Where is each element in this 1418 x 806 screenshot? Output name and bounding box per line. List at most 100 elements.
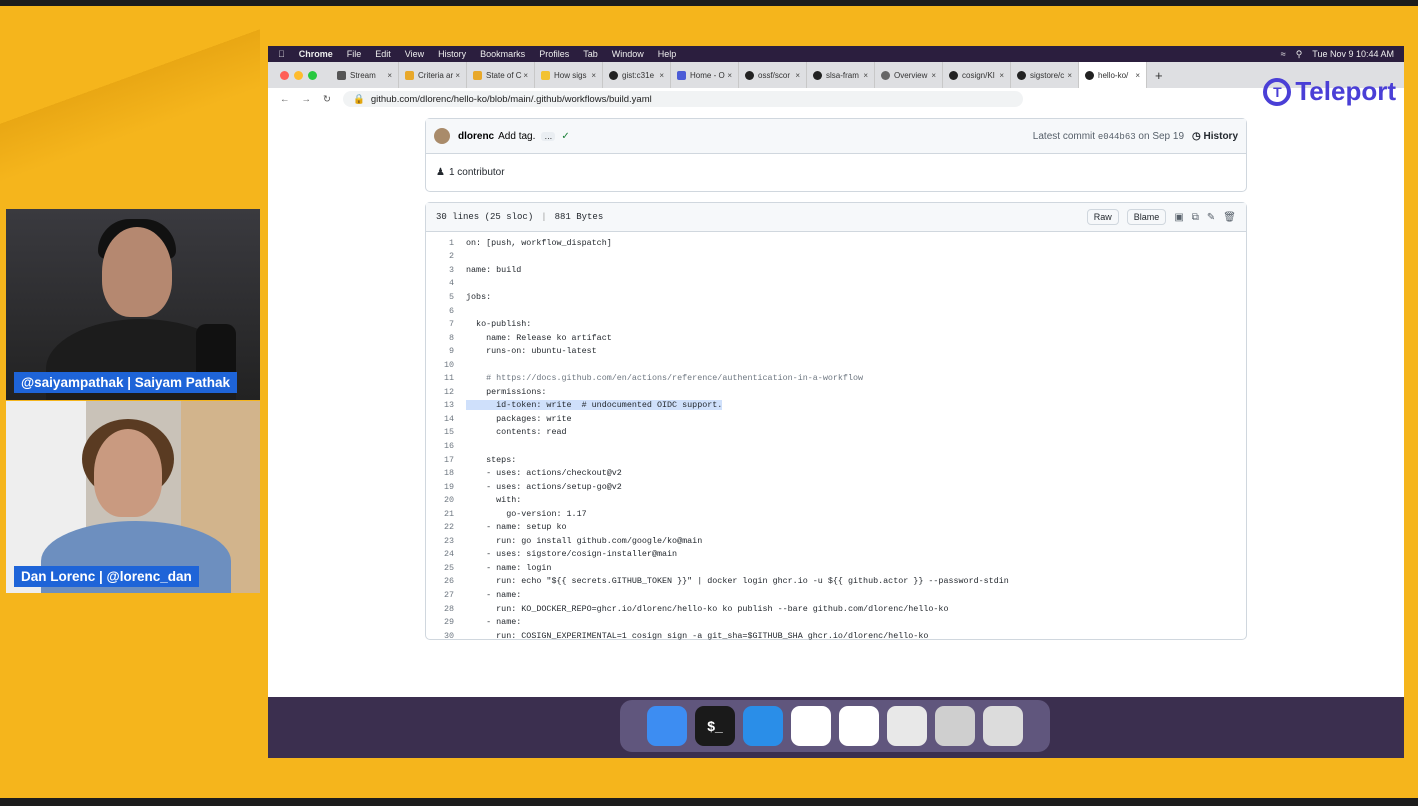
line-number[interactable]: 10	[426, 360, 454, 370]
code-line[interactable]: 29 - name:	[426, 615, 1246, 629]
new-tab-button[interactable]: +	[1155, 68, 1163, 83]
line-number[interactable]: 11	[426, 373, 454, 383]
check-icon[interactable]: ✓	[561, 131, 569, 142]
blame-button[interactable]: Blame	[1126, 209, 1167, 225]
close-tab-icon[interactable]: ×	[863, 71, 868, 80]
line-number[interactable]: 5	[426, 292, 454, 302]
code-line[interactable]: 20 with:	[426, 493, 1246, 507]
close-tab-icon[interactable]: ×	[999, 71, 1004, 80]
line-number[interactable]: 6	[426, 306, 454, 316]
line-number[interactable]: 1	[426, 238, 454, 248]
line-number[interactable]: 4	[426, 278, 454, 288]
line-number[interactable]: 23	[426, 536, 454, 546]
dock-trash-icon[interactable]	[983, 706, 1023, 746]
code-line[interactable]: 30 run: COSIGN_EXPERIMENTAL=1 cosign sig…	[426, 629, 1246, 643]
close-tab-icon[interactable]: ×	[795, 71, 800, 80]
code-line[interactable]: 18 - uses: actions/checkout@v2	[426, 466, 1246, 480]
line-number[interactable]: 30	[426, 631, 454, 641]
code-line[interactable]: 5 jobs:	[426, 290, 1246, 304]
tab-ossf-scorecard[interactable]: ossf/scor ×	[739, 62, 807, 88]
tab-cosign[interactable]: cosign/KI ×	[943, 62, 1011, 88]
line-number[interactable]: 18	[426, 468, 454, 478]
line-number[interactable]: 21	[426, 509, 454, 519]
menu-help[interactable]: Help	[658, 49, 677, 59]
history-link[interactable]: ◷ History	[1192, 131, 1238, 142]
code-line[interactable]: 2	[426, 250, 1246, 264]
menu-window[interactable]: Window	[612, 49, 644, 59]
line-number[interactable]: 20	[426, 495, 454, 505]
line-number[interactable]: 19	[426, 482, 454, 492]
copy-icon[interactable]: ⧉	[1192, 212, 1199, 223]
search-icon[interactable]: ⚲	[1296, 49, 1303, 60]
line-number[interactable]: 3	[426, 265, 454, 275]
menu-app-name[interactable]: Chrome	[299, 49, 333, 59]
close-tab-icon[interactable]: ×	[727, 71, 732, 80]
dock-documents-icon[interactable]	[887, 706, 927, 746]
tab-stream[interactable]: Stream ×	[331, 62, 399, 88]
dock-vscode-icon[interactable]	[743, 706, 783, 746]
tab-sigstore[interactable]: sigstore/c ×	[1011, 62, 1079, 88]
wifi-icon[interactable]: ≈	[1281, 49, 1286, 59]
line-number[interactable]: 13	[426, 400, 454, 410]
trash-icon[interactable]: 🗑	[1223, 212, 1236, 223]
line-number[interactable]: 16	[426, 441, 454, 451]
tab-slsa-framework[interactable]: slsa-fram ×	[807, 62, 875, 88]
line-number[interactable]: 29	[426, 617, 454, 627]
pencil-icon[interactable]: ✎	[1207, 212, 1215, 223]
back-icon[interactable]: ←	[280, 94, 290, 105]
code-line[interactable]: 3 name: build	[426, 263, 1246, 277]
code-line[interactable]: 26 run: echo "${{ secrets.GITHUB_TOKEN }…	[426, 575, 1246, 589]
code-line[interactable]: 21 go-version: 1.17	[426, 507, 1246, 521]
close-tab-icon[interactable]: ×	[455, 71, 460, 80]
code-line[interactable]: 13 id-token: write # undocumented OIDC s…	[426, 399, 1246, 413]
code-line[interactable]: 6	[426, 304, 1246, 318]
maximize-window-button[interactable]	[308, 70, 317, 80]
dock-slack-icon[interactable]	[791, 706, 831, 746]
menu-history[interactable]: History	[438, 49, 466, 59]
tab-overview[interactable]: Overview ×	[875, 62, 943, 88]
tab-criteria[interactable]: Criteria ar ×	[399, 62, 467, 88]
line-number[interactable]: 9	[426, 346, 454, 356]
code-line[interactable]: 23 run: go install github.com/google/ko@…	[426, 534, 1246, 548]
close-tab-icon[interactable]: ×	[1135, 71, 1140, 80]
menu-tab[interactable]: Tab	[583, 49, 598, 59]
tab-state-of[interactable]: State of C ×	[467, 62, 535, 88]
code-line[interactable]: 12 permissions:	[426, 385, 1246, 399]
code-line[interactable]: 7 ko-publish:	[426, 317, 1246, 331]
code-line[interactable]: 8 name: Release ko artifact	[426, 331, 1246, 345]
close-tab-icon[interactable]: ×	[1067, 71, 1072, 80]
contributors-count[interactable]: 1 contributor	[449, 167, 505, 178]
code-line[interactable]: 10	[426, 358, 1246, 372]
close-window-button[interactable]	[280, 70, 289, 80]
menu-bookmarks[interactable]: Bookmarks	[480, 49, 525, 59]
desktop-icon[interactable]: ▣	[1174, 212, 1183, 223]
menubar-clock[interactable]: Tue Nov 9 10:44 AM	[1312, 49, 1394, 59]
tab-home[interactable]: Home - O ×	[671, 62, 739, 88]
close-tab-icon[interactable]: ×	[659, 71, 664, 80]
line-number[interactable]: 2	[426, 251, 454, 261]
avatar[interactable]	[434, 128, 450, 144]
expand-commit-icon[interactable]: …	[541, 131, 556, 141]
tab-how-sigs[interactable]: How sigs ×	[535, 62, 603, 88]
code-line[interactable]: 22 - name: setup ko	[426, 520, 1246, 534]
line-number[interactable]: 7	[426, 319, 454, 329]
url-field[interactable]: 🔒 github.com/dlorenc/hello-ko/blob/main/…	[342, 91, 1023, 107]
line-number[interactable]: 15	[426, 427, 454, 437]
dock-finder-icon[interactable]	[647, 706, 687, 746]
forward-icon[interactable]: →	[302, 94, 312, 105]
code-line[interactable]: 28 run: KO_DOCKER_REPO=ghcr.io/dlorenc/h…	[426, 602, 1246, 616]
code-line[interactable]: 17 steps:	[426, 453, 1246, 467]
line-number[interactable]: 25	[426, 563, 454, 573]
menu-view[interactable]: View	[405, 49, 424, 59]
commit-message[interactable]: Add tag.	[498, 131, 535, 142]
line-number[interactable]: 14	[426, 414, 454, 424]
menu-edit[interactable]: Edit	[375, 49, 391, 59]
code-line[interactable]: 24 - uses: sigstore/cosign-installer@mai…	[426, 548, 1246, 562]
close-tab-icon[interactable]: ×	[931, 71, 936, 80]
dock-chrome-icon[interactable]	[839, 706, 879, 746]
dock-window-preview-icon[interactable]	[935, 706, 975, 746]
line-number[interactable]: 24	[426, 549, 454, 559]
tab-gist[interactable]: gist:c31e ×	[603, 62, 671, 88]
dock-terminal-icon[interactable]: $_	[695, 706, 735, 746]
code-line[interactable]: 14 packages: write	[426, 412, 1246, 426]
